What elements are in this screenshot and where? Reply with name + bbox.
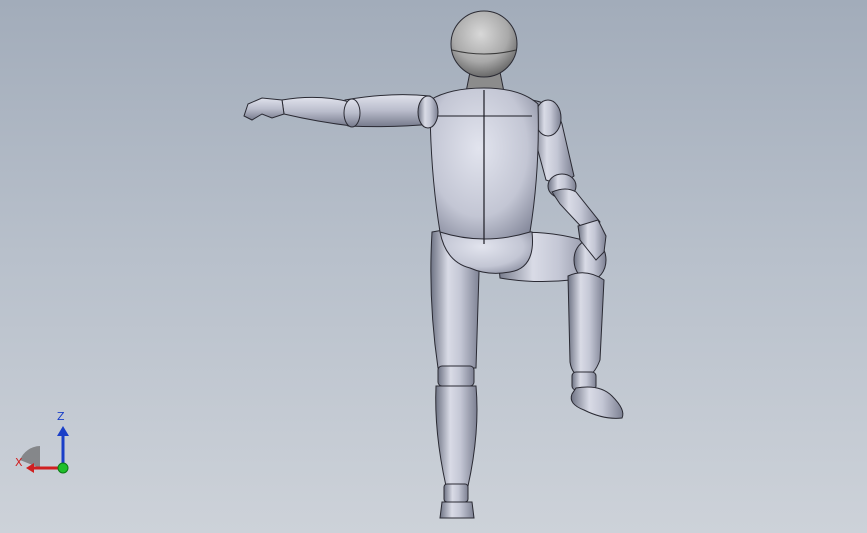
x-axis-label: X — [15, 456, 23, 469]
ankle-left — [443, 483, 469, 503]
foot-right — [570, 386, 624, 419]
triad-quarter-disk — [20, 446, 40, 468]
mannequin-model[interactable] — [0, 0, 867, 533]
head — [450, 10, 518, 78]
x-axis-arrow — [26, 463, 34, 473]
elbow-left — [343, 98, 361, 128]
view-orientation-triad[interactable]: Z X — [12, 408, 76, 478]
hand-left — [243, 97, 285, 121]
y-axis-dot — [57, 462, 69, 474]
shin-left — [435, 385, 478, 487]
knee-left — [437, 365, 475, 387]
graphics-viewport[interactable]: Z X — [0, 0, 867, 533]
foot-left — [439, 501, 475, 519]
z-axis-arrow — [57, 426, 69, 436]
shin-right — [567, 272, 605, 379]
shoulder-right — [534, 99, 562, 137]
z-axis-label: Z — [57, 410, 65, 423]
shoulder-left — [417, 95, 439, 129]
forearm-left — [281, 96, 353, 127]
